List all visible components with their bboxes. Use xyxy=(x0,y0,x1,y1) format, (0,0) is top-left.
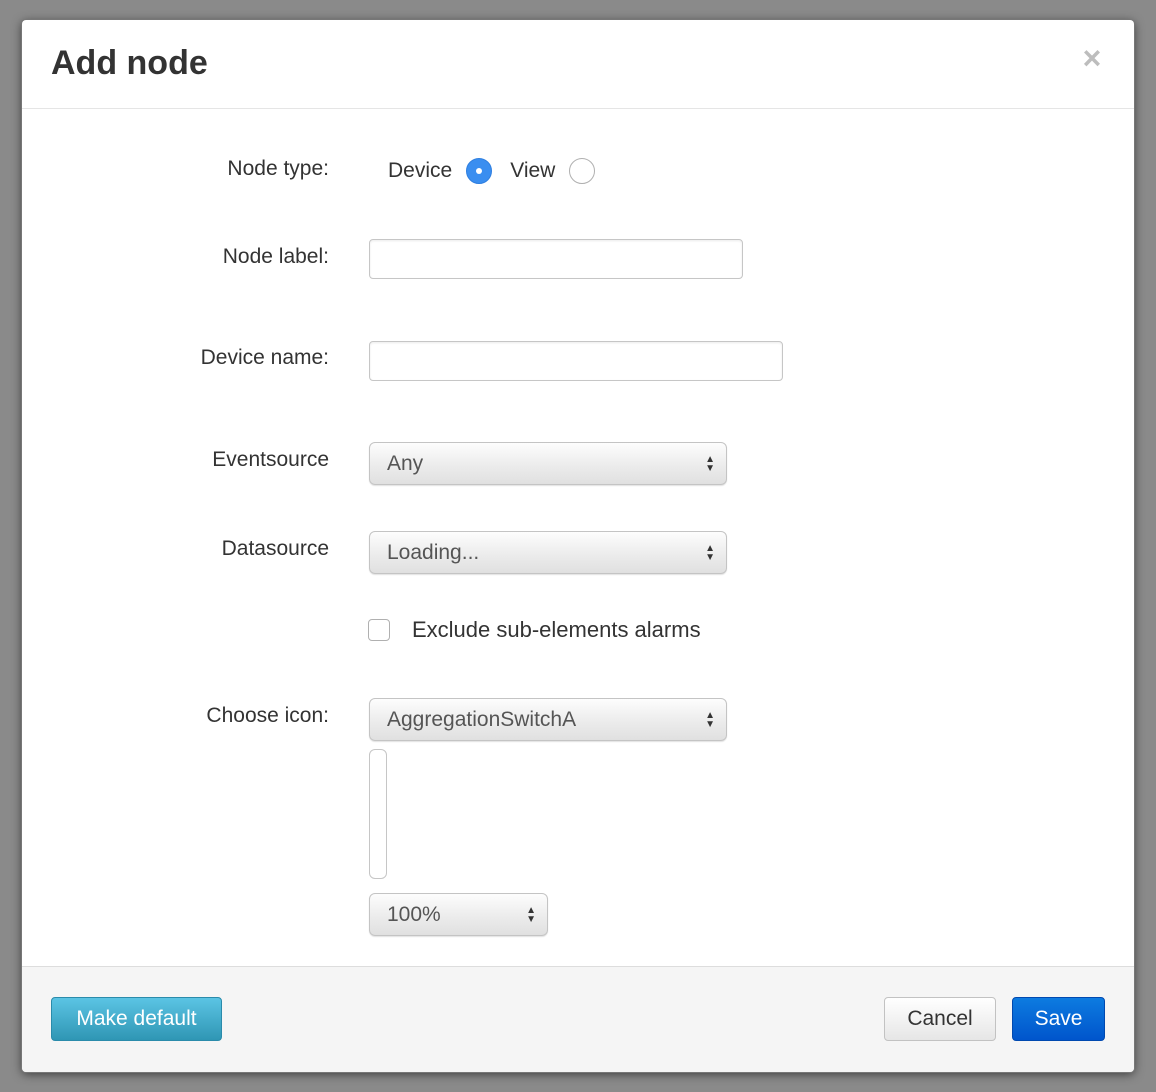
choose-icon-select[interactable]: AggregationSwitchA ▲ ▼ xyxy=(369,698,727,741)
datasource-select[interactable]: Loading... ▲ ▼ xyxy=(369,531,727,574)
close-icon[interactable]: × xyxy=(1080,42,1104,74)
exclude-sub-elements-checkbox[interactable] xyxy=(368,619,390,641)
choose-icon-label: Choose icon: xyxy=(206,704,329,727)
choose-icon-value: AggregationSwitchA xyxy=(387,707,577,731)
exclude-sub-elements-label[interactable]: Exclude sub-elements alarms xyxy=(412,617,701,643)
save-button[interactable]: Save xyxy=(1012,997,1105,1041)
node-label-input[interactable] xyxy=(369,239,743,279)
eventsource-label: Eventsource xyxy=(212,448,329,471)
eventsource-value: Any xyxy=(387,451,424,475)
exclude-sub-elements-row: Exclude sub-elements alarms xyxy=(368,617,701,643)
icon-preview xyxy=(369,749,387,879)
radio-label-device: Device xyxy=(388,159,453,182)
datasource-value: Loading... xyxy=(387,540,480,564)
select-arrows-icon: ▲ ▼ xyxy=(705,453,715,474)
radio-device[interactable] xyxy=(466,158,493,184)
datasource-label: Datasource xyxy=(221,537,329,560)
dialog-header: Add node × xyxy=(22,20,1134,109)
node-label-label: Node label: xyxy=(222,245,329,268)
device-name-input[interactable] xyxy=(369,341,783,381)
select-arrows-icon: ▲ ▼ xyxy=(705,709,715,730)
select-arrows-icon: ▲ ▼ xyxy=(526,904,536,925)
dialog-footer: Make default Cancel Save xyxy=(22,966,1134,1072)
cancel-button[interactable]: Cancel xyxy=(884,997,996,1041)
icon-scale-value: 100% xyxy=(387,902,441,926)
dialog-title: Add node xyxy=(51,44,208,82)
node-type-label: Node type: xyxy=(227,157,329,180)
dialog-body: Node type: Device View Node label: Devic… xyxy=(22,109,1134,967)
make-default-button[interactable]: Make default xyxy=(51,997,222,1041)
add-node-dialog: Add node × Node type: Device View Node l… xyxy=(22,20,1134,1072)
radio-label-view: View xyxy=(510,159,556,182)
select-arrows-icon: ▲ ▼ xyxy=(705,542,715,563)
device-name-label: Device name: xyxy=(200,346,329,369)
radio-view[interactable] xyxy=(569,158,596,184)
eventsource-select[interactable]: Any ▲ ▼ xyxy=(369,442,727,485)
icon-scale-select[interactable]: 100% ▲ ▼ xyxy=(369,893,548,936)
node-type-radio-group: Device View xyxy=(388,156,613,186)
